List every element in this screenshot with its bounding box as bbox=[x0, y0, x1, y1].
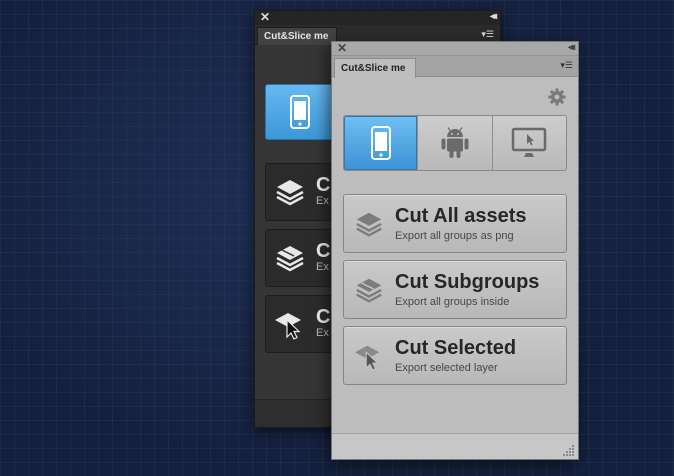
monitor-icon bbox=[512, 127, 547, 157]
android-device-button[interactable] bbox=[418, 116, 493, 170]
back-panel-titlebar: ✕ ◂◂ bbox=[255, 10, 500, 25]
back-button-title: C bbox=[316, 306, 331, 328]
collapse-icon[interactable]: ◂◂ bbox=[490, 11, 497, 22]
close-icon[interactable]: ✕ bbox=[260, 10, 270, 24]
cut-selected-button[interactable]: Cut Selected Export selected layer bbox=[343, 326, 567, 385]
iphone-icon bbox=[290, 95, 310, 129]
panel-menu-icon[interactable]: ▾☰ bbox=[481, 29, 494, 40]
action-subtitle: Export all groups inside bbox=[395, 296, 510, 308]
layers-icon bbox=[356, 212, 382, 237]
front-panel-tabbar: Cut&Slice me ▾☰ bbox=[332, 56, 578, 78]
desktop-device-button[interactable] bbox=[493, 116, 566, 170]
back-button-title: C bbox=[316, 240, 331, 262]
android-icon bbox=[441, 127, 469, 158]
front-panel-footer bbox=[332, 433, 578, 459]
cursor-layer-icon bbox=[354, 345, 380, 371]
resize-grip-icon[interactable] bbox=[563, 444, 575, 456]
sublayers-icon bbox=[276, 246, 304, 272]
sublayers-icon bbox=[356, 278, 382, 303]
front-panel-titlebar: ✕ ◂◂ bbox=[332, 41, 578, 56]
collapse-icon[interactable]: ◂◂ bbox=[568, 42, 575, 53]
iphone-icon bbox=[370, 126, 391, 160]
gear-icon[interactable] bbox=[548, 88, 566, 106]
device-selector bbox=[343, 115, 567, 171]
front-panel: ✕ ◂◂ Cut&Slice me ▾☰ Cut All assets Expo… bbox=[331, 41, 579, 460]
action-title: Cut Subgroups bbox=[395, 271, 540, 293]
action-title: Cut All assets bbox=[395, 205, 527, 227]
back-button-subtitle: Ex bbox=[316, 195, 329, 207]
ios-device-button[interactable] bbox=[344, 116, 419, 170]
cursor-layer-icon bbox=[275, 313, 301, 340]
front-panel-tab[interactable]: Cut&Slice me bbox=[334, 58, 416, 78]
action-subtitle: Export selected layer bbox=[395, 362, 498, 374]
action-title: Cut Selected bbox=[395, 337, 517, 359]
panel-menu-icon[interactable]: ▾☰ bbox=[560, 60, 573, 71]
back-panel-tab[interactable]: Cut&Slice me bbox=[257, 27, 337, 45]
ios-device-button[interactable] bbox=[265, 84, 335, 140]
action-subtitle: Export all groups as png bbox=[395, 230, 514, 242]
cut-all-assets-button[interactable]: Cut All assets Export all groups as png bbox=[343, 194, 567, 253]
back-button-subtitle: Ex bbox=[316, 327, 329, 339]
back-button-title: C bbox=[316, 174, 331, 196]
close-icon[interactable]: ✕ bbox=[337, 41, 347, 55]
layers-icon bbox=[276, 180, 304, 206]
back-button-subtitle: Ex bbox=[316, 261, 329, 273]
cut-subgroups-button[interactable]: Cut Subgroups Export all groups inside bbox=[343, 260, 567, 319]
